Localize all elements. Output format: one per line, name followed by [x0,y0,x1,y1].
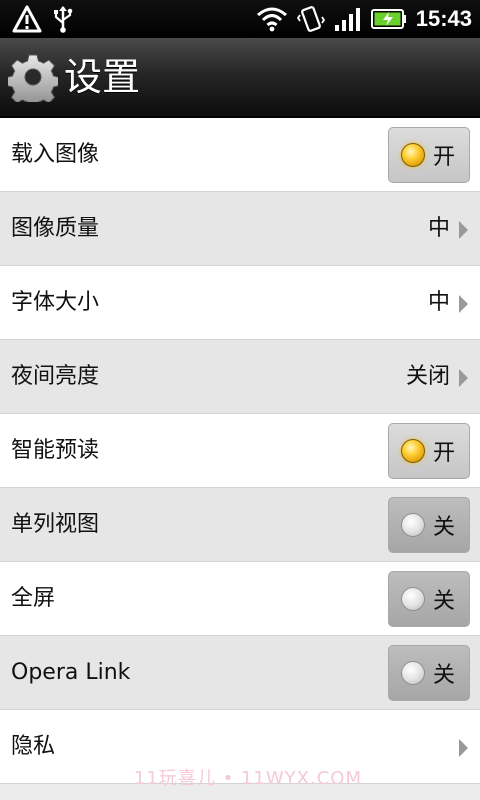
status-bar: 15:43 [0,0,480,38]
setting-label: 隐私 [11,734,56,759]
smart-preload-toggle[interactable]: 开 [388,423,470,479]
toggle-on-indicator-icon [401,439,425,463]
title-bar: 设置 [0,38,480,118]
setting-value: 中 [427,216,450,241]
page-title: 设置 [64,55,141,99]
usb-icon [52,5,74,33]
toggle-state: 开 [433,145,456,170]
setting-label: 智能预读 [11,438,100,463]
battery-charging-icon [370,8,407,30]
status-time: 15:43 [415,6,472,31]
signal-icon [334,6,362,32]
setting-image-quality[interactable]: 图像质量 中 [0,192,480,266]
setting-label: 夜间亮度 [11,364,100,389]
setting-fullscreen[interactable]: 全屏 关 [0,562,480,636]
setting-font-size[interactable]: 字体大小 中 [0,266,480,340]
wifi-icon [256,6,288,32]
chevron-right-icon [459,221,468,239]
vibrate-icon [296,5,325,33]
toggle-state: 关 [433,515,456,540]
chevron-right-icon [459,295,468,313]
chevron-right-icon [459,369,468,387]
toggle-off-indicator-icon [401,513,425,537]
load-images-toggle[interactable]: 开 [388,127,470,183]
setting-value: 关闭 [405,364,450,389]
settings-list: 载入图像 开 图像质量 中 字体大小 中 夜间亮度 关闭 智能预读 开 单列视图… [0,118,480,784]
setting-label: 载入图像 [11,142,100,167]
toggle-state: 开 [433,441,456,466]
setting-label: 单列视图 [11,512,100,537]
setting-load-images[interactable]: 载入图像 开 [0,118,480,192]
setting-opera-link[interactable]: Opera Link 关 [0,636,480,710]
setting-smart-preload[interactable]: 智能预读 开 [0,414,480,488]
setting-label: 全屏 [11,586,56,611]
toggle-state: 关 [433,589,456,614]
setting-label: Opera Link [11,660,131,685]
toggle-state: 关 [433,663,456,688]
toggle-off-indicator-icon [401,587,425,611]
setting-label: 字体大小 [11,290,100,315]
setting-label: 图像质量 [11,216,100,241]
gear-icon [6,52,60,109]
watermark: 11玩喜儿 • 11WYX.COM [134,768,362,789]
chevron-right-icon [459,739,468,757]
warning-icon [12,5,42,33]
opera-link-toggle[interactable]: 关 [388,645,470,701]
fullscreen-toggle[interactable]: 关 [388,571,470,627]
toggle-off-indicator-icon [401,661,425,685]
toggle-on-indicator-icon [401,143,425,167]
setting-single-column[interactable]: 单列视图 关 [0,488,480,562]
setting-value: 中 [427,290,450,315]
setting-night-brightness[interactable]: 夜间亮度 关闭 [0,340,480,414]
single-column-toggle[interactable]: 关 [388,497,470,553]
